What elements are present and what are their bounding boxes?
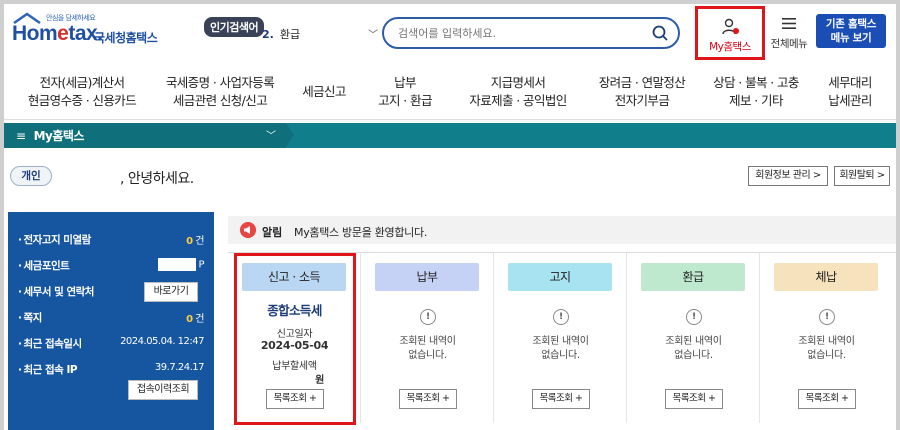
list-view-button[interactable]: 목록조회 + xyxy=(399,389,457,409)
popular-search-label: 인기검색어 xyxy=(204,17,265,37)
user-icon xyxy=(722,18,739,35)
info-icon: ! xyxy=(686,309,702,325)
empty-message: 조회된 내역이 없습니다. xyxy=(399,336,456,361)
empty-message: 조회된 내역이 없습니다. xyxy=(798,336,855,361)
login-history-button[interactable]: 접속이력조회 xyxy=(128,380,198,400)
section-menu-label: My홈택스 xyxy=(33,129,85,143)
card-header: 고지 xyxy=(508,263,612,291)
nav-item-tax-agent[interactable]: 세무대리 납세관리 xyxy=(820,74,880,110)
card-header: 납부 xyxy=(375,263,479,291)
popular-search-text: 환급 xyxy=(279,28,301,41)
notice-message: My홈택스 방문을 환영합니다. xyxy=(294,226,428,239)
user-type-badge: 개인 xyxy=(10,166,52,186)
highlight-box xyxy=(234,253,356,425)
main-nav: 전자(세금)계산서 현금영수증 · 신용카드 국세증명 · 사업자등록 세금관련 신… xyxy=(4,64,896,120)
list-view-button[interactable]: 목록조회 + xyxy=(798,389,856,409)
list-view-button[interactable]: 목록조회 + xyxy=(665,389,723,409)
chevron-down-icon[interactable]: ﹀ xyxy=(266,127,276,142)
nav-item-incentives[interactable]: 장려금 · 연말정산 전자기부금 xyxy=(584,74,700,110)
card-notice: 고지 ! 조회된 내역이 없습니다. 목록조회 + xyxy=(494,253,627,423)
search-input[interactable] xyxy=(398,25,638,41)
logo-brand: Hometax. xyxy=(12,22,103,45)
e-notice-unread-row: · 전자고지 미열람 0 건 xyxy=(18,234,204,247)
all-menu-button[interactable]: 전체메뉴 xyxy=(766,18,812,51)
empty-message: 조회된 내역이 없습니다. xyxy=(532,336,589,361)
card-header: 환급 xyxy=(641,263,745,291)
nav-item-payment[interactable]: 납부 고지 · 환급 xyxy=(370,74,440,110)
header: 안심을 담세하세요 Hometax. 국세청홈택스 인기검색어 2.환급 ﹀ M… xyxy=(4,4,896,64)
info-icon: ! xyxy=(553,309,569,325)
card-payment: 납부 ! 조회된 내역이 없습니다. 목록조회 + xyxy=(361,253,494,423)
section-menu: ≡ My홈택스 xyxy=(16,127,84,144)
section-bar: ≡ My홈택스 ﹀ xyxy=(4,123,896,148)
empty-message: 조회된 내역이 없습니다. xyxy=(665,336,722,361)
info-icon: ! xyxy=(420,309,436,325)
megaphone-icon xyxy=(240,222,256,238)
search-box xyxy=(382,17,680,49)
chevron-down-icon[interactable]: ﹀ xyxy=(368,26,378,41)
nav-item-certificate[interactable]: 국세증명 · 사업자등록 세금관련 신청/신고 xyxy=(160,74,280,110)
nav-item-e-invoice[interactable]: 전자(세금)계산서 현금영수증 · 신용카드 xyxy=(22,74,142,110)
tax-point-row: · 세금포인트 P xyxy=(18,258,204,272)
page: 안심을 담세하세요 Hometax. 국세청홈택스 인기검색어 2.환급 ﹀ M… xyxy=(4,4,896,430)
message-row: · 쪽지 0 건 xyxy=(18,312,204,325)
myhometax-button[interactable]: My홈택스 xyxy=(695,6,765,60)
list-view-button[interactable]: 목록조회 + xyxy=(532,389,590,409)
withdraw-button[interactable]: 회원탈퇴 > xyxy=(834,166,890,186)
member-info-button[interactable]: 회원정보 관리 > xyxy=(748,166,828,186)
myhometax-label: My홈택스 xyxy=(709,41,751,53)
hamburger-icon xyxy=(782,18,796,29)
nav-item-tax-filing[interactable]: 세금신고 xyxy=(294,83,354,101)
logo-korean: 국세청홈택스 xyxy=(94,31,158,45)
nav-item-consulting[interactable]: 상담 · 불복 · 고충 제보 · 기타 xyxy=(704,74,808,110)
notice-label: 알림 xyxy=(262,226,283,239)
masked-value xyxy=(158,258,197,271)
all-menu-label: 전체메뉴 xyxy=(770,38,808,50)
card-arrears: 체납 ! 조회된 내역이 없습니다. 목록조회 + xyxy=(760,253,893,423)
popular-search-item[interactable]: 2. 환급 ﹀ xyxy=(262,26,378,46)
last-login-row: · 최근 접속일시 2024.05.04. 12:47 xyxy=(18,336,204,350)
user-summary-panel: · 전자고지 미열람 0 건 · 세금포인트 P · 세무서 및 연락처 바로가기 ·… xyxy=(8,212,214,430)
hometax-logo[interactable]: 안심을 담세하세요 Hometax. 국세청홈택스 xyxy=(10,12,170,52)
greeting-row: 개인 , 안녕하세요. 회원정보 관리 > 회원탈퇴 > xyxy=(4,154,896,198)
card-header: 체납 xyxy=(774,263,878,291)
info-icon: ! xyxy=(819,309,835,325)
nav-item-statements[interactable]: 지급명세서 자료제출 · 공익법인 xyxy=(458,74,578,110)
old-hometax-menu-button[interactable]: 기존 홈택스 메뉴 보기 xyxy=(816,14,886,48)
card-refund: 환급 ! 조회된 내역이 없습니다. 목록조회 + xyxy=(627,253,760,423)
greeting-text: , 안녕하세요. xyxy=(120,171,194,187)
list-icon: ≡ xyxy=(16,129,26,143)
last-ip-row: · 최근 접속 IP 39.7.24.17 xyxy=(18,362,205,376)
go-button[interactable]: 바로가기 xyxy=(144,282,198,302)
search-icon[interactable] xyxy=(652,25,668,41)
notice-bar: 알림 My홈택스 방문을 환영합니다. xyxy=(228,216,896,244)
